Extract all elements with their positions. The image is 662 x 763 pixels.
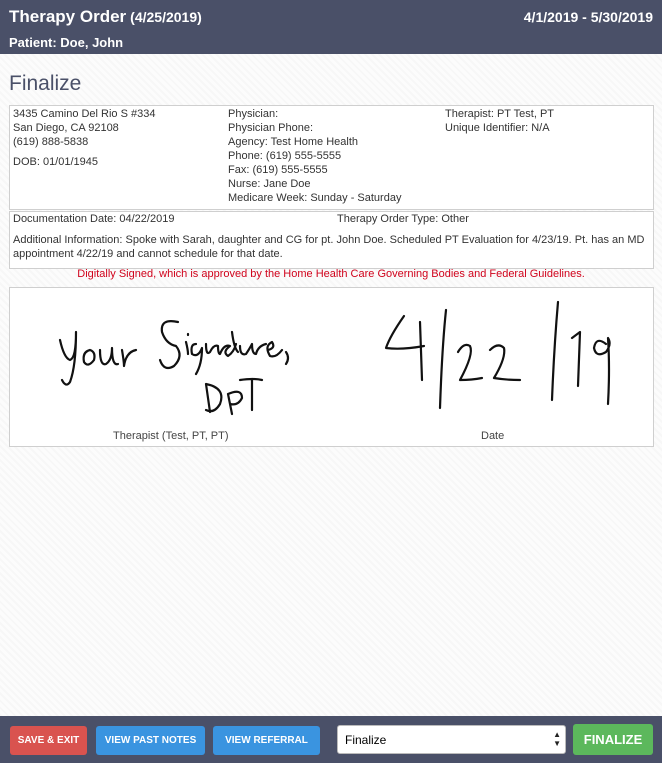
physician-phone: Physician Phone: (228, 122, 313, 134)
agency: Agency: Test Home Health (228, 136, 359, 148)
physician: Physician: (228, 108, 279, 120)
agency-column: Physician: Physician Phone: Agency: Test… (228, 107, 401, 205)
date-range: 4/1/2019 - 5/30/2019 (523, 9, 653, 25)
documentation-row: Documentation Date: 04/22/2019 Therapy O… (13, 213, 649, 225)
address-line: San Diego, CA 92108 (13, 122, 119, 134)
patient-info-box: 3435 Camino Del Rio S #334 San Diego, CA… (9, 105, 654, 210)
date-stroke-2a (456, 343, 484, 382)
main-content: Finalize 3435 Camino Del Rio S #334 San … (0, 54, 662, 716)
save-exit-button[interactable]: SAVE & EXIT (10, 726, 87, 755)
agency-phone: Phone: (619) 555-5555 (228, 150, 342, 162)
therapist-signature-label: Therapist (Test, PT, PT) (113, 430, 229, 442)
medicare-week: Medicare Week: Sunday - Saturday (228, 192, 402, 204)
finalize-button[interactable]: FINALIZE (573, 724, 653, 755)
patient-name: Patient: Doe, John (9, 35, 124, 50)
documentation-date: Documentation Date: 04/22/2019 (13, 213, 175, 225)
header-title-date: (4/25/2019) (130, 9, 202, 25)
address-column: 3435 Camino Del Rio S #334 San Diego, CA… (13, 107, 155, 169)
select-arrows-icon: ▲ ▼ (553, 730, 561, 748)
digitally-signed-notice: Digitally Signed, which is approved by t… (77, 268, 585, 280)
date-label: Date (481, 430, 505, 442)
signature-stroke-o (82, 348, 96, 366)
order-type: Therapy Order Type: Other (337, 213, 469, 225)
date-stroke-slash2 (550, 300, 560, 402)
header-bar: Therapy Order (4/25/2019) 4/1/2019 - 5/30… (0, 0, 662, 54)
address-line: 3435 Camino Del Rio S #334 (13, 108, 156, 120)
date-stroke-4 (384, 314, 426, 382)
signature-box: Therapist (Test, PT, PT) Date (9, 287, 654, 447)
date-stroke-slash1 (438, 308, 448, 410)
date-stroke-2b (488, 344, 522, 382)
view-referral-button[interactable]: VIEW REFERRAL (213, 726, 320, 755)
page-header-title: Therapy Order (4/25/2019) (9, 7, 202, 27)
therapist: Therapist: PT Test, PT (445, 108, 555, 120)
patient-phone: (619) 888-5838 (13, 136, 89, 148)
nurse: Nurse: Jane Doe (228, 178, 311, 190)
agency-fax: Fax: (619) 555-5555 (228, 164, 328, 176)
signature-drawing (58, 300, 611, 416)
status-select[interactable]: Finalize ▲ ▼ (337, 725, 566, 754)
signature-stroke-u (98, 346, 120, 366)
signature-stroke-ignature (184, 330, 290, 376)
status-select-value: Finalize (345, 733, 387, 747)
signature-stroke-s (158, 320, 181, 370)
dob: DOB: 01/01/1945 (13, 156, 99, 168)
date-stroke-1 (570, 330, 582, 388)
unique-identifier: Unique Identifier: N/A (445, 122, 550, 134)
view-past-notes-button[interactable]: VIEW PAST NOTES (96, 726, 205, 755)
footer-bar: SAVE & EXIT VIEW PAST NOTES VIEW REFERRA… (0, 716, 662, 763)
signature-stroke-y (58, 330, 78, 386)
additional-information: Additional Information: Spoke with Sarah… (13, 234, 645, 260)
documentation-box: Documentation Date: 04/22/2019 Therapy O… (9, 211, 654, 269)
page-title: Finalize (9, 72, 82, 95)
therapist-column: Therapist: PT Test, PT Unique Identifier… (445, 107, 554, 135)
signature-stroke-r (120, 348, 138, 368)
date-stroke-9 (592, 336, 611, 406)
header-title: Therapy Order (9, 7, 127, 26)
signature-stroke-dpt (204, 377, 264, 416)
